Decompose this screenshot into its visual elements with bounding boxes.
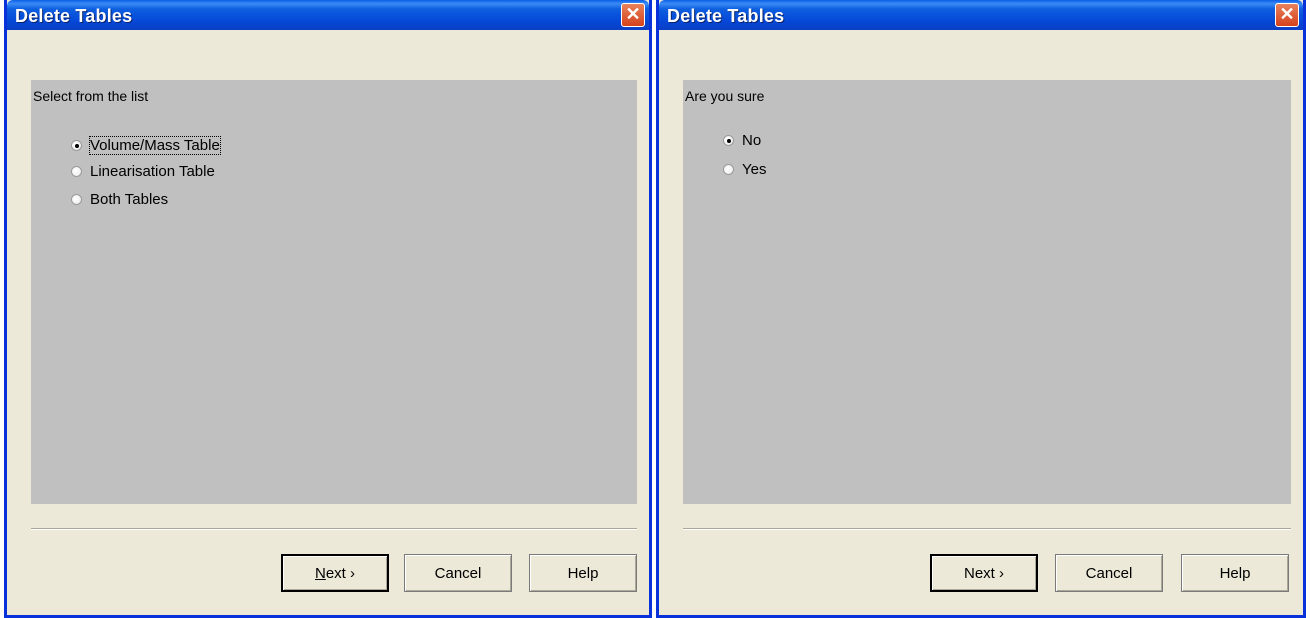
next-button[interactable]: Next › [930,554,1038,592]
delete-tables-dialog-select: Delete Tables ✕ Select from the list Vol… [4,0,652,618]
dialog-title: Delete Tables [15,6,133,26]
title-bar[interactable]: Delete Tables ✕ [7,0,649,30]
option-label: Linearisation Table [90,162,215,180]
option-no[interactable]: No [723,129,761,151]
delete-tables-dialog-confirm: Delete Tables ✕ Are you sure No Yes Next… [656,0,1306,618]
radio-button[interactable] [71,165,82,177]
help-button[interactable]: Help [529,554,637,592]
radio-button[interactable] [71,193,82,205]
option-both-tables[interactable]: Both Tables [71,188,168,210]
title-bar[interactable]: Delete Tables ✕ [659,0,1303,30]
option-linearisation-table[interactable]: Linearisation Table [71,160,215,182]
option-volume-mass-table[interactable]: Volume/Mass Table [71,134,221,156]
content-panel: Are you sure No Yes [683,80,1291,504]
close-icon[interactable]: ✕ [1275,3,1299,27]
option-label: Volume/Mass Table [89,135,221,155]
option-label: Yes [742,160,767,178]
close-icon[interactable]: ✕ [621,3,645,27]
next-label: ext › [325,564,356,582]
radio-button[interactable] [723,163,734,175]
cancel-button[interactable]: Cancel [404,554,512,592]
dialog-title: Delete Tables [667,6,785,26]
help-button[interactable]: Help [1181,554,1289,592]
radio-button-checked[interactable] [723,134,734,146]
next-mnemonic: N [314,564,326,582]
prompt-text: Are you sure [685,88,765,104]
prompt-text: Select from the list [33,88,149,104]
option-yes[interactable]: Yes [723,158,766,180]
next-button[interactable]: Next › [281,554,389,592]
radio-button-checked[interactable] [71,139,82,151]
separator [31,528,637,530]
option-label: No [742,131,762,149]
option-label: Both Tables [90,190,169,208]
content-panel: Select from the list Volume/Mass Table L… [31,80,637,504]
separator [683,528,1291,530]
cancel-button[interactable]: Cancel [1055,554,1163,592]
